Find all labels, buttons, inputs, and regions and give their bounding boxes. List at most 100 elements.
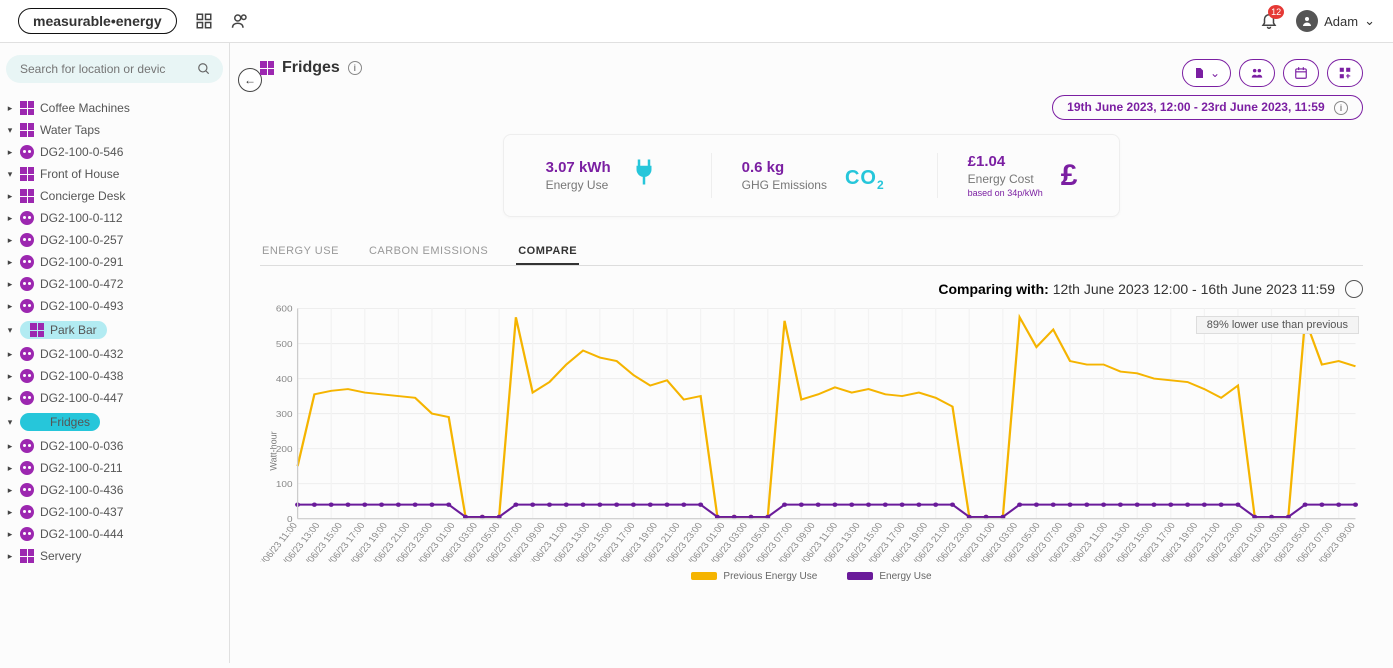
history-icon[interactable] — [1345, 280, 1363, 298]
category-icon — [20, 549, 34, 563]
search-box[interactable] — [6, 55, 223, 83]
expand-icon: ▾ — [6, 325, 14, 336]
tree-item[interactable]: ▸ DG2-100-0-444 — [6, 523, 223, 545]
date-range-pill[interactable]: 19th June 2023, 12:00 - 23rd June 2023, … — [1052, 95, 1363, 120]
category-icon — [30, 323, 44, 337]
device-icon — [20, 461, 34, 475]
tab-energy-use[interactable]: ENERGY USE — [260, 239, 341, 265]
device-icon — [20, 391, 34, 405]
tree-item[interactable]: ▸ DG2-100-0-257 — [6, 229, 223, 251]
tree-item[interactable]: ▸DG2-100-0-546 — [6, 141, 223, 163]
compare-chart: 010020030040050060019/06/23 11:0019/06/2… — [260, 302, 1363, 562]
search-icon — [197, 62, 211, 76]
notification-count: 12 — [1268, 5, 1284, 19]
share-button[interactable] — [1239, 59, 1275, 87]
tree-item[interactable]: ▸ DG2-100-0-211 — [6, 457, 223, 479]
user-name: Adam — [1324, 14, 1358, 29]
category-icon — [20, 123, 34, 137]
svg-text:300: 300 — [276, 409, 293, 418]
tree-label: DG2-100-0-472 — [40, 277, 123, 291]
calendar-button[interactable] — [1283, 59, 1319, 87]
tree-item[interactable]: ▸ DG2-100-0-472 — [6, 273, 223, 295]
search-input[interactable] — [18, 61, 168, 77]
kpi-row: 3.07 kWhEnergy Use0.6 kgGHG EmissionsCO2… — [503, 134, 1121, 217]
expand-icon: ▸ — [6, 257, 14, 268]
add-widget-button[interactable] — [1327, 59, 1363, 87]
expand-icon: ▸ — [6, 103, 14, 114]
svg-text:500: 500 — [276, 339, 293, 348]
tree-label: DG2-100-0-444 — [40, 527, 123, 541]
category-icon — [30, 415, 44, 429]
tree-label: Front of House — [40, 167, 119, 181]
expand-icon: ▸ — [6, 393, 14, 404]
device-icon — [20, 145, 34, 159]
tree-label: Fridges — [50, 415, 90, 429]
tree-item[interactable]: ▸DG2-100-0-437 — [6, 501, 223, 523]
device-icon — [20, 347, 34, 361]
expand-icon: ▸ — [6, 507, 14, 518]
tree-item[interactable]: ▸DG2-100-0-447 — [6, 387, 223, 409]
tree-item[interactable]: ▸DG2-100-0-432 — [6, 343, 223, 365]
tree-label: Concierge Desk — [40, 189, 125, 203]
tree-item[interactable]: ▸DG2-100-0-493 — [6, 295, 223, 317]
file-icon — [1193, 67, 1205, 79]
tree-item[interactable]: ▸DG2-100-0-436 — [6, 479, 223, 501]
category-icon — [20, 167, 34, 181]
compare-header: Comparing with: 12th June 2023 12:00 - 1… — [260, 280, 1363, 298]
expand-icon: ▸ — [6, 235, 14, 246]
kpi-label: GHG Emissions — [742, 178, 827, 192]
user-menu[interactable]: Adam ⌄ — [1296, 10, 1375, 32]
kpi-value: £1.04 — [968, 153, 1043, 170]
expand-icon: ▸ — [6, 463, 14, 474]
tree-label: DG2-100-0-211 — [40, 461, 123, 475]
top-bar: measurable•energy 12 Adam ⌄ — [0, 0, 1393, 43]
tree-item[interactable]: ▸Concierge Desk — [6, 185, 223, 207]
tab-carbon-emissions[interactable]: CARBON EMISSIONS — [367, 239, 490, 265]
tab-compare[interactable]: COMPARE — [516, 239, 579, 265]
compare-range: 12th June 2023 12:00 - 16th June 2023 11… — [1053, 281, 1335, 297]
svg-text:100: 100 — [276, 479, 293, 488]
tree-item[interactable]: ▸ DG2-100-0-291 — [6, 251, 223, 273]
calendar-icon — [1294, 66, 1308, 80]
device-icon — [20, 277, 34, 291]
device-icon — [20, 505, 34, 519]
legend-prev: Previous Energy Use — [691, 571, 817, 582]
chart-annotation: 89% lower use than previous — [1196, 316, 1359, 334]
tree-label: DG2-100-0-291 — [40, 255, 123, 269]
kpi-card: 0.6 kgGHG EmissionsCO2 — [711, 153, 897, 198]
tree-label: DG2-100-0-493 — [40, 299, 123, 313]
tree-item[interactable]: ▾Fridges — [6, 409, 223, 435]
device-icon — [20, 483, 34, 497]
expand-icon: ▸ — [6, 147, 14, 158]
export-button[interactable]: ⌄ — [1182, 59, 1231, 87]
kpi-note: based on 34p/kWh — [968, 188, 1043, 198]
tree-item[interactable]: ▾Front of House — [6, 163, 223, 185]
expand-icon: ▸ — [6, 529, 14, 540]
kpi-card: £1.04Energy Costbased on 34p/kWh£ — [937, 153, 1090, 198]
device-icon — [20, 299, 34, 313]
tree-item[interactable]: ▸Coffee Machines — [6, 97, 223, 119]
brand-left: measurable — [33, 13, 111, 29]
tree-item[interactable]: ▸DG2-100-0-036 — [6, 435, 223, 457]
category-icon — [20, 101, 34, 115]
tree-item[interactable]: ▸DG2-100-0-112 — [6, 207, 223, 229]
chevron-down-icon: ⌄ — [1210, 66, 1220, 80]
tree-item[interactable]: ▸DG2-100-0-438 — [6, 365, 223, 387]
kpi-value: 3.07 kWh — [546, 159, 611, 176]
tree-item[interactable]: ▸Servery — [6, 545, 223, 567]
info-icon[interactable]: i — [348, 61, 362, 75]
expand-icon: ▸ — [6, 551, 14, 562]
device-icon — [20, 369, 34, 383]
device-icon — [20, 233, 34, 247]
users-icon[interactable] — [231, 12, 249, 30]
main-content: Fridges i ⌄ — [230, 43, 1393, 663]
tree-item[interactable]: ▾Water Taps — [6, 119, 223, 141]
dashboard-icon[interactable] — [195, 12, 213, 30]
brand-logo[interactable]: measurable•energy — [18, 8, 177, 34]
notifications-button[interactable]: 12 — [1260, 11, 1278, 32]
tree-label: DG2-100-0-257 — [40, 233, 123, 247]
sidebar: ▸Coffee Machines▾Water Taps▸DG2-100-0-54… — [0, 43, 230, 663]
tree-item[interactable]: ▾Park Bar — [6, 317, 223, 343]
tree-label: DG2-100-0-112 — [40, 211, 123, 225]
expand-icon: ▸ — [6, 279, 14, 290]
